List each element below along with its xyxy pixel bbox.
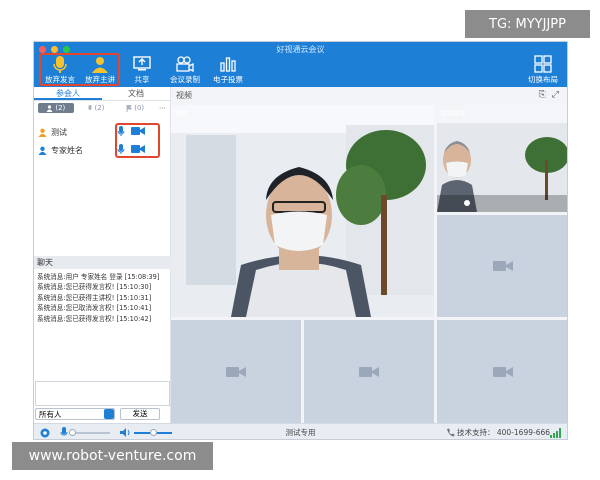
main-video-label: 测试 [174, 109, 187, 117]
empty-video-tile[interactable] [437, 320, 567, 423]
filter-speakers-count: (2) [94, 104, 105, 112]
participant-filters: (2) (2) (0) ⋯ [34, 101, 170, 115]
chat-message: 系统消息:您已获得发言权! [15:10:30] [37, 283, 152, 292]
share-label: 共享 [134, 75, 150, 84]
signal-strength-icon [550, 428, 561, 438]
e-vote-button[interactable]: 电子投票 [212, 54, 244, 86]
video-header: 视频 [176, 91, 192, 100]
meeting-record-label: 会议录制 [170, 75, 200, 84]
camera-placeholder-icon [226, 366, 246, 377]
camera-switch-icon[interactable]: ⎘ [539, 90, 546, 100]
chat-panel: 聊天 系统消息:用户 专家姓名 登录 [15:08:39] 系统消息:您已获得发… [34, 256, 171, 423]
share-button[interactable]: 共享 [130, 54, 154, 86]
filter-speakers[interactable]: (2) [78, 103, 114, 113]
fullscreen-icon[interactable]: ⤢ [552, 90, 559, 100]
layout-grid-icon [534, 54, 552, 74]
chat-message: 系统消息:您已获得发言权! [15:10:42] [37, 314, 152, 323]
send-row: 所有人 发送 [35, 408, 170, 421]
participant-row[interactable]: 测试 [38, 126, 67, 138]
left-tabs: 参会人 文档 [34, 87, 170, 101]
main-video-feed [171, 105, 434, 317]
recipient-value: 所有人 [39, 409, 62, 419]
switch-layout-button[interactable]: 切换布局 [526, 54, 560, 86]
chat-messages: 系统消息:用户 专家姓名 登录 [15:08:39] 系统消息:您已获得发言权!… [34, 269, 171, 327]
meeting-record-button[interactable]: 会议录制 [169, 54, 201, 86]
filter-hands[interactable]: (0) [117, 103, 153, 113]
flag-icon [126, 104, 133, 112]
tab-documents[interactable]: 文档 [102, 87, 170, 100]
toolbar-highlight-box [39, 53, 120, 86]
user-avatar-icon [38, 146, 47, 155]
chevron-down-icon [104, 409, 114, 419]
phone-icon [447, 428, 455, 437]
main-video-tile[interactable]: 测试 [171, 105, 434, 317]
switch-layout-label: 切换布局 [528, 75, 558, 84]
video-area: 视频 ⎘ ⤢ 测试 专家姓名 [171, 87, 567, 423]
side-video-label: 专家姓名 [440, 109, 466, 117]
support-text: 技术支持： 400-1699-666 [457, 428, 551, 437]
chat-message: 系统消息:您已获得主讲权! [15:10:31] [37, 293, 152, 302]
recipient-select[interactable]: 所有人 [35, 408, 115, 420]
chat-message: 系统消息:用户 专家姓名 登录 [15:08:39] [37, 273, 160, 281]
user-avatar-icon [38, 128, 47, 137]
camera-placeholder-icon [359, 366, 379, 377]
participant-row[interactable]: 专家姓名 [38, 144, 83, 156]
user-icon [46, 104, 53, 112]
more-icon[interactable]: ⋯ [159, 104, 166, 112]
share-screen-icon [133, 54, 151, 74]
side-video-tile[interactable]: 专家姓名 [437, 105, 567, 212]
camera-placeholder-icon [493, 261, 513, 271]
participant-name: 测试 [51, 127, 67, 137]
chat-input[interactable] [35, 381, 170, 406]
empty-video-tile[interactable] [304, 320, 434, 423]
chat-header: 聊天 [34, 256, 171, 269]
camera-placeholder-icon [493, 366, 513, 377]
vote-chart-icon [219, 54, 237, 74]
filter-all[interactable]: (2) [38, 103, 74, 113]
empty-video-tile[interactable] [171, 320, 301, 423]
filter-all-count: (2) [55, 104, 66, 112]
app-window: 好视通云会议 放弃发言 放弃主讲 共享 会议录制 电子投票 切换布局 参会人 文… [33, 41, 568, 440]
video-header-controls: ⎘ ⤢ [539, 90, 559, 100]
participant-name: 专家姓名 [51, 145, 83, 155]
send-button[interactable]: 发送 [120, 408, 160, 420]
title-bar: 好视通云会议 放弃发言 放弃主讲 共享 会议录制 电子投票 切换布局 [34, 42, 567, 87]
participant-controls-highlight [115, 123, 160, 158]
mic-icon [88, 104, 92, 110]
chat-message: 系统消息:您已取消发言权! [15:10:41] [37, 304, 152, 313]
filter-hands-count: (0) [134, 104, 145, 112]
watermark-top: TG: MYYJJPP [465, 10, 590, 38]
tab-participants[interactable]: 参会人 [34, 87, 102, 100]
status-bar: 测试专用 技术支持： 400-1699-666 [34, 423, 567, 439]
watermark-bottom: www.robot-venture.com [12, 442, 213, 470]
empty-video-tile[interactable] [437, 215, 567, 317]
side-video-feed [437, 105, 567, 212]
e-vote-label: 电子投票 [213, 75, 243, 84]
record-camera-icon [175, 54, 195, 74]
